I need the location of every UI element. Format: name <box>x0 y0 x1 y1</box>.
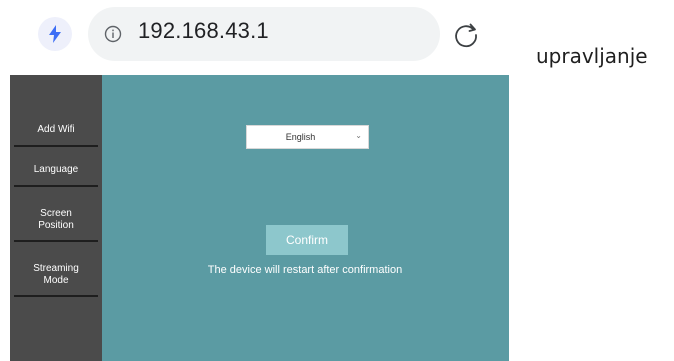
bolt-icon <box>49 25 61 43</box>
restart-note: The device will restart after confirmati… <box>207 264 403 276</box>
url-text[interactable]: 192.168.43.1 <box>138 18 269 44</box>
sidebar: Add Wifi Language Screen Position Stream… <box>10 75 102 361</box>
sidebar-item-label: Add Wifi <box>37 124 75 135</box>
language-select-value: English <box>285 132 316 142</box>
info-icon[interactable] <box>104 25 122 43</box>
sidebar-item-label: Screen <box>40 208 72 219</box>
chevron-down-icon: ⌄ <box>355 131 362 140</box>
sidebar-item-language[interactable]: Language <box>14 155 98 187</box>
sidebar-item-label: Position <box>38 220 74 231</box>
sidebar-item-label: Language <box>33 164 79 175</box>
sidebar-item-add-wifi[interactable]: Add Wifi <box>14 115 98 147</box>
confirm-button[interactable]: Confirm <box>266 225 348 255</box>
device-config-page: Add Wifi Language Screen Position Stream… <box>10 75 509 361</box>
bolt-button[interactable] <box>38 17 72 51</box>
language-select[interactable]: English ⌄ <box>246 125 369 149</box>
sidebar-item-screen-position[interactable]: Screen Position <box>14 200 98 242</box>
sidebar-item-label: Mode <box>43 275 69 286</box>
sidebar-item-label: Streaming <box>33 263 79 274</box>
caption-text: upravljanje <box>536 44 648 68</box>
sidebar-item-streaming-mode[interactable]: Streaming Mode <box>14 255 98 297</box>
reload-icon[interactable] <box>451 20 481 50</box>
